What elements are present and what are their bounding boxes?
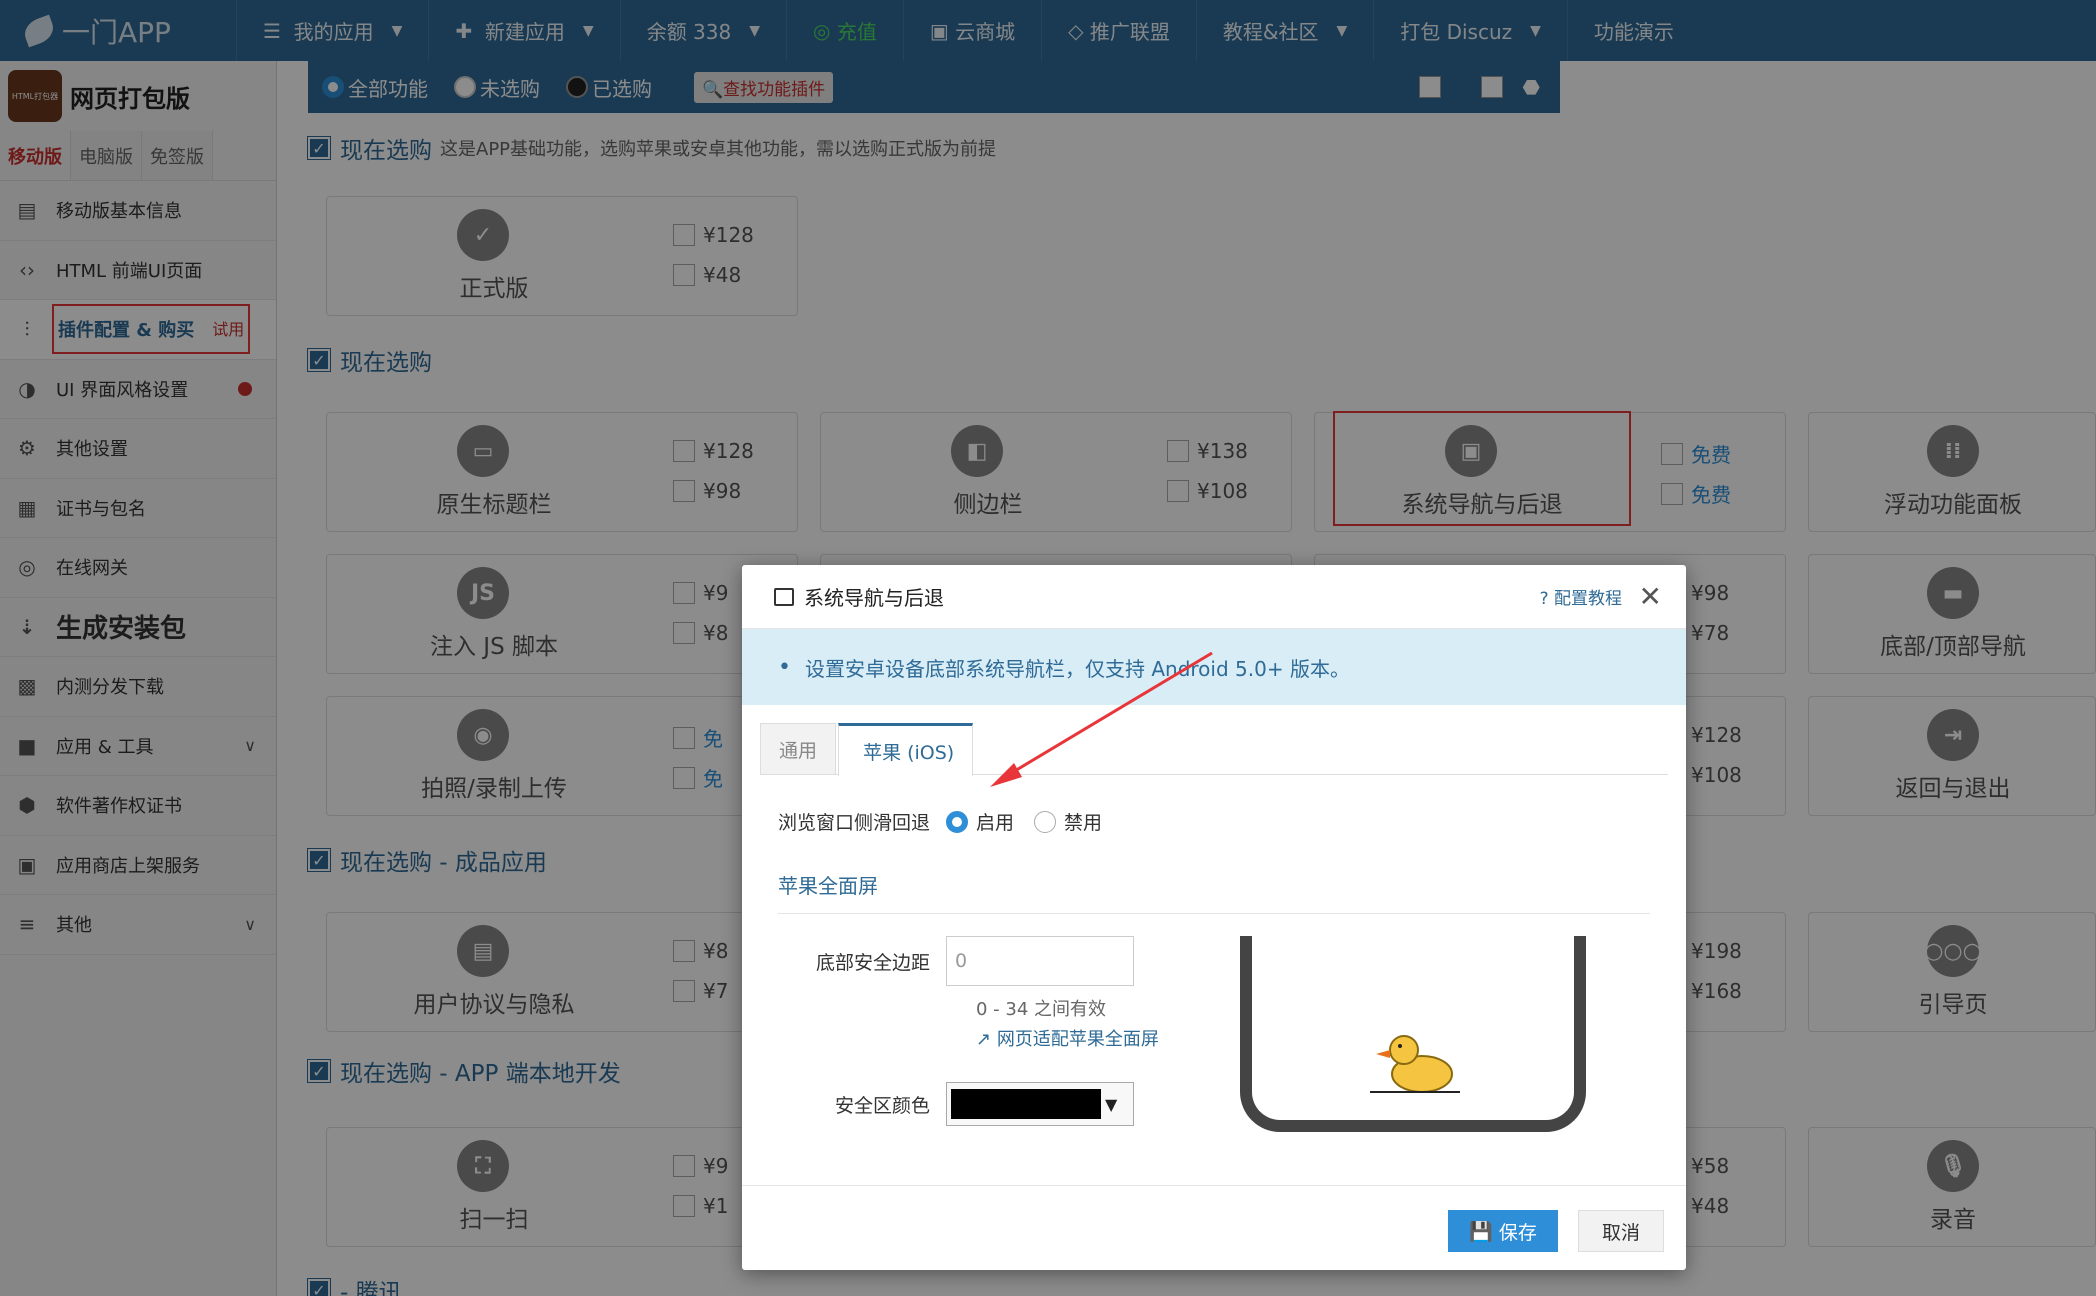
window-icon (774, 587, 794, 606)
close-icon[interactable]: ✕ (1639, 580, 1662, 613)
dialog-title: 系统导航与后退 (804, 586, 944, 610)
radio-on-icon (946, 810, 968, 833)
phone-preview (1240, 936, 1586, 1132)
cancel-button[interactable]: 取消 (1578, 1210, 1664, 1252)
fullscreen-adapt-link[interactable]: ↗ 网页适配苹果全面屏 (976, 1025, 1159, 1051)
save-button[interactable]: 💾 保存 (1448, 1210, 1558, 1252)
help-link[interactable]: ? 配置教程 (1540, 584, 1622, 609)
info-alert: • 设置安卓设备底部系统导航栏，仅支持 Android 5.0+ 版本。 (742, 629, 1686, 705)
radio-off-icon (1034, 810, 1057, 833)
external-link-icon: ↗ (976, 1029, 992, 1050)
safe-color-select[interactable]: ▼ (946, 1082, 1134, 1126)
tab-general[interactable]: 通用 (760, 723, 837, 774)
swipe-back-row: 浏览窗口侧滑回退 启用 禁用 (742, 808, 1102, 835)
save-icon: 💾 (1469, 1220, 1493, 1243)
swipe-back-enable[interactable]: 启用 (946, 808, 1014, 835)
fullscreen-subtitle: 苹果全面屏 (778, 870, 1650, 914)
triangle-down-icon: ▼ (1105, 1094, 1118, 1114)
dialog-footer: 💾 保存 取消 (742, 1185, 1686, 1270)
safe-color-row: 安全区颜色 ▼ (742, 1082, 1134, 1126)
duck-icon (1370, 1035, 1460, 1093)
system-nav-dialog: 系统导航与后退 ? 配置教程 ✕ • 设置安卓设备底部系统导航栏，仅支持 Andr… (742, 565, 1686, 1270)
bottom-margin-hint: 0 - 34 之间有效 (976, 999, 1107, 1020)
tab-ios[interactable]: 苹果 (iOS) (838, 723, 974, 776)
color-swatch (951, 1089, 1101, 1119)
dialog-tabs: 通用 苹果 (iOS) (760, 723, 1668, 776)
bottom-margin-row: 底部安全边距 0 (742, 936, 1134, 986)
dialog-header: 系统导航与后退 ? 配置教程 ✕ (742, 565, 1686, 629)
bottom-margin-input[interactable]: 0 (946, 936, 1134, 986)
swipe-back-disable[interactable]: 禁用 (1034, 808, 1102, 835)
